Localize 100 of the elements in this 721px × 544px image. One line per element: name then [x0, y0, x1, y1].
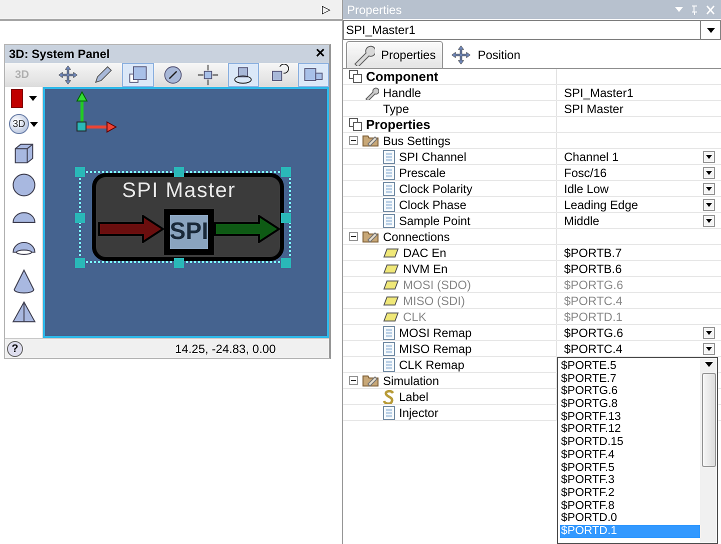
property-row[interactable]: Handle SPI_Master1: [343, 85, 721, 101]
s-curve-icon: [383, 390, 395, 404]
category-label: Component: [366, 69, 438, 84]
property-row[interactable]: Clock Phase Leading Edge: [343, 197, 721, 213]
category-label: Properties: [366, 117, 430, 132]
dropdown-button[interactable]: [703, 342, 715, 354]
list-option[interactable]: $PORTD.0: [560, 512, 700, 525]
document-icon: [383, 198, 395, 212]
dropdown-button[interactable]: [703, 182, 715, 194]
collapse-toggle[interactable]: [349, 136, 358, 145]
category-row[interactable]: Properties: [343, 117, 721, 133]
list-option[interactable]: $PORTF.2: [560, 486, 700, 500]
category-row[interactable]: Component: [343, 69, 721, 85]
property-value[interactable]: $PORTB.6: [564, 262, 721, 276]
tab[interactable]: Properties: [346, 41, 443, 68]
list-option[interactable]: $PORTF.5: [560, 462, 700, 474]
property-value[interactable]: Channel 1: [564, 150, 703, 164]
list-option[interactable]: $PORTF.8: [560, 500, 700, 512]
list-option[interactable]: $PORTF.13: [560, 410, 700, 424]
property-row[interactable]: Type SPI Master: [343, 101, 721, 117]
property-name: DAC En: [403, 246, 446, 260]
caret-icon: [706, 330, 712, 334]
property-row[interactable]: NVM En $PORTB.6: [343, 261, 721, 277]
category-icon: [349, 70, 362, 83]
3d-canvas[interactable]: SPI Master SPI: [43, 87, 329, 338]
list-option[interactable]: $PORTF.12: [560, 423, 700, 436]
list-option[interactable]: $PORTD.15: [560, 436, 700, 449]
scale-icon: [127, 64, 150, 86]
property-value[interactable]: SPI_Master1: [564, 86, 721, 100]
property-name: CLK Remap: [399, 358, 464, 372]
list-option[interactable]: $PORTF.3: [560, 474, 700, 487]
caret-icon: [706, 28, 714, 32]
property-name: MISO (SDI): [403, 294, 465, 308]
caret-icon: [706, 202, 712, 206]
color-swatch[interactable]: [10, 89, 22, 108]
close-button[interactable]: ×: [316, 46, 325, 62]
resize-handle[interactable]: [75, 258, 85, 268]
dropdown-button[interactable]: [703, 214, 715, 226]
list-option[interactable]: $PORTE.5: [560, 360, 700, 373]
property-row[interactable]: Prescale Fosc/16: [343, 165, 721, 181]
component-title: SPI Master: [122, 179, 236, 203]
dropdown-button[interactable]: [703, 326, 715, 338]
parallelogram-icon: [383, 248, 399, 258]
resize-handle[interactable]: [75, 213, 85, 223]
parallelogram-icon: [383, 280, 399, 290]
property-row[interactable]: SPI Channel Channel 1: [343, 149, 721, 165]
property-value[interactable]: $PORTG.6: [564, 326, 703, 340]
folder-icon: [362, 374, 379, 387]
axes-icon: [75, 91, 117, 135]
property-name: Prescale: [399, 166, 446, 180]
property-name: MOSI (SDO): [403, 278, 471, 292]
caret-icon: [706, 186, 712, 190]
property-row[interactable]: DAC En $PORTB.7: [343, 245, 721, 261]
property-name: Handle: [383, 86, 422, 100]
resize-handle[interactable]: [174, 167, 184, 177]
group-label[interactable]: Bus Settings: [383, 134, 450, 148]
dropdown-button[interactable]: [703, 150, 715, 162]
list-option[interactable]: $PORTF.4: [560, 448, 700, 462]
move-icon: [56, 64, 79, 86]
scrollbar[interactable]: [700, 358, 717, 543]
property-name: Clock Polarity: [399, 182, 472, 196]
toolbar-button[interactable]: [298, 63, 329, 87]
resize-handle[interactable]: [281, 167, 291, 177]
expand-arrow[interactable]: ▷: [322, 3, 330, 16]
caret-icon: [30, 122, 38, 126]
collapse-toggle[interactable]: [349, 376, 358, 385]
object-selector[interactable]: SPI_Master1: [343, 20, 721, 40]
minus-icon: [350, 233, 357, 240]
resize-handle[interactable]: [281, 213, 291, 223]
toolbar-button[interactable]: [122, 63, 154, 87]
parallelogram-icon: [383, 312, 399, 322]
property-value[interactable]: SPI Master: [564, 102, 721, 116]
shape-button[interactable]: 3D: [9, 114, 29, 134]
property-value[interactable]: Fosc/16: [564, 166, 703, 180]
help-button[interactable]: ?: [7, 340, 23, 356]
cone-icon[interactable]: [10, 268, 36, 294]
property-value[interactable]: Leading Edge: [564, 198, 703, 212]
dropdown-button[interactable]: [703, 166, 715, 178]
collapse-toggle[interactable]: [349, 232, 358, 241]
property-value[interactable]: Idle Low: [564, 182, 703, 196]
group-label[interactable]: Simulation: [383, 374, 440, 388]
document-icon: [383, 166, 395, 180]
property-row[interactable]: MOSI Remap $PORTG.6: [343, 325, 721, 341]
list-option[interactable]: $PORTE.7: [560, 372, 700, 386]
dropdown-button[interactable]: [703, 198, 715, 210]
resize-handle[interactable]: [281, 258, 291, 268]
property-name: Type: [383, 102, 410, 116]
property-row[interactable]: Clock Polarity Idle Low: [343, 181, 721, 197]
tab[interactable]: Position: [442, 41, 528, 68]
toolbar-button[interactable]: [228, 63, 259, 87]
property-row[interactable]: Sample Point Middle: [343, 213, 721, 229]
property-value[interactable]: Middle: [564, 214, 703, 228]
resize-handle[interactable]: [174, 258, 184, 268]
property-name: NVM En: [403, 262, 448, 276]
component-block[interactable]: SPI Master SPI: [92, 173, 284, 261]
property-name: Label: [399, 390, 428, 404]
resize-handle[interactable]: [75, 167, 85, 177]
property-value[interactable]: $PORTC.4: [564, 342, 703, 356]
group-label[interactable]: Connections: [383, 230, 450, 244]
property-value[interactable]: $PORTB.7: [564, 246, 721, 260]
